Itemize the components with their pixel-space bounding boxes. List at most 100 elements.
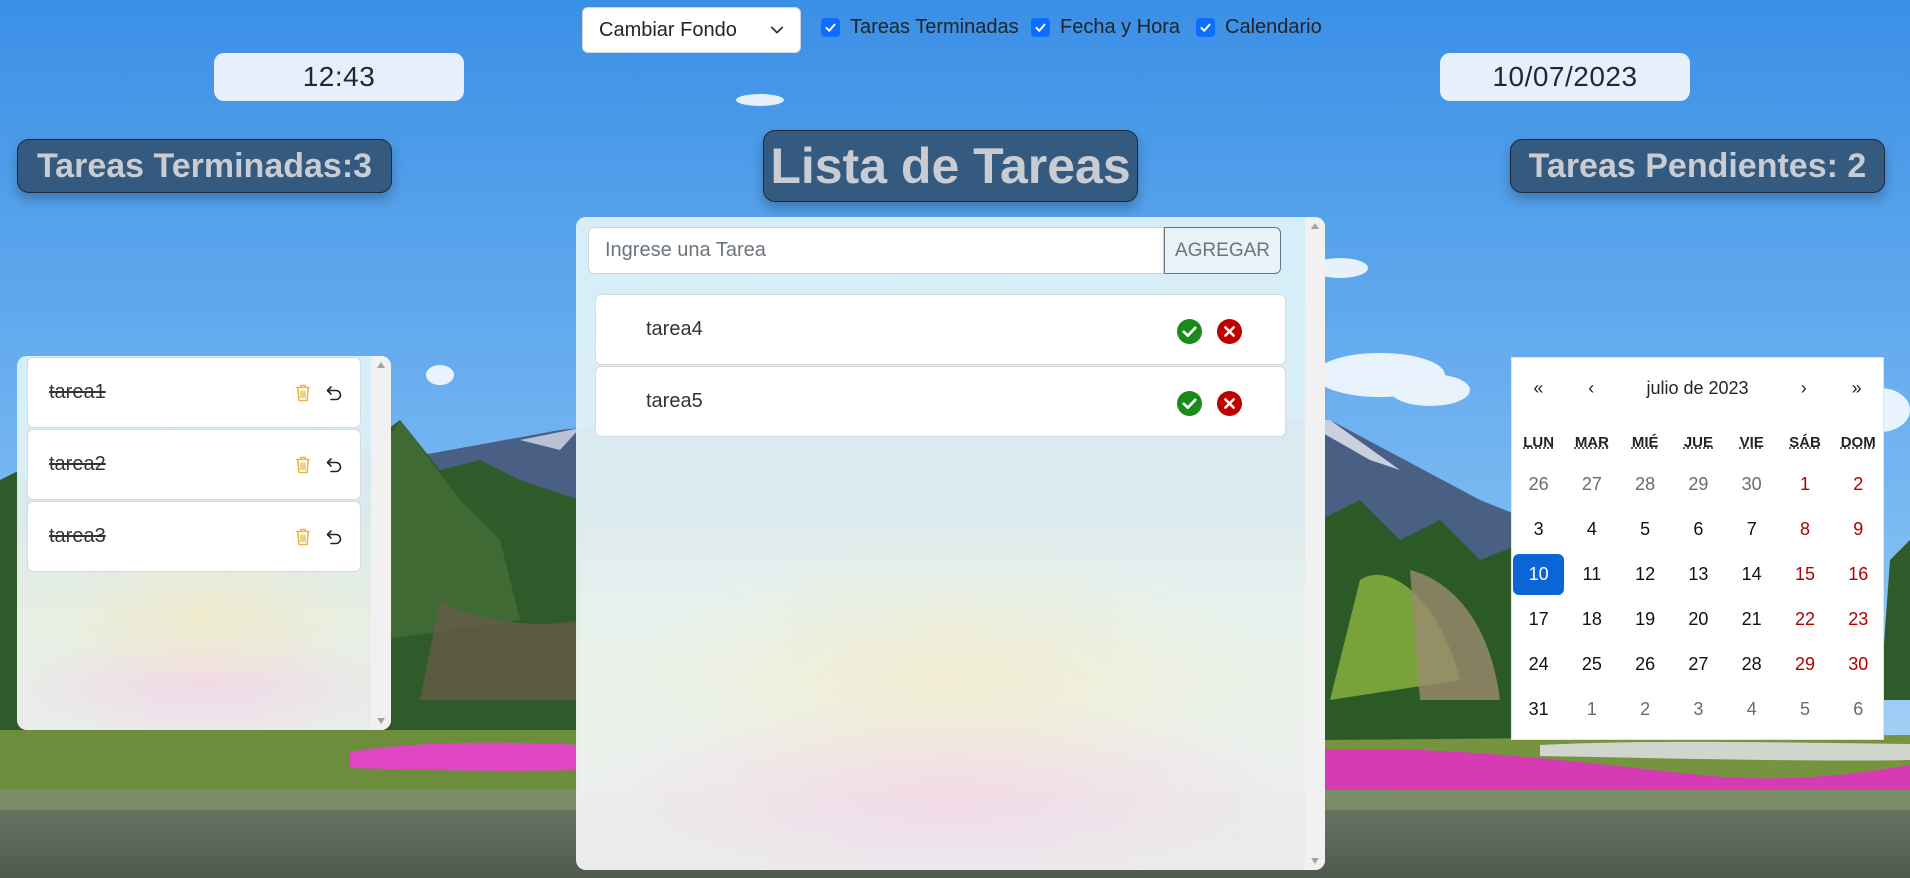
calendar-day[interactable]: 28 bbox=[1725, 642, 1778, 687]
toggle-calendario[interactable]: Calendario bbox=[1196, 16, 1322, 39]
next-year-button[interactable]: » bbox=[1830, 378, 1883, 399]
background-select-value: Cambiar Fondo bbox=[599, 18, 737, 41]
scroll-up-icon[interactable] bbox=[377, 362, 385, 368]
weekday-header: VIE bbox=[1739, 433, 1764, 451]
calendar-day[interactable]: 24 bbox=[1512, 642, 1565, 687]
toggle-label: Fecha y Hora bbox=[1060, 16, 1181, 38]
toggle-tareas-terminadas[interactable]: Tareas Terminadas bbox=[821, 16, 1019, 39]
delete-done-task-button[interactable] bbox=[295, 528, 311, 546]
calendar-day[interactable]: 28 bbox=[1619, 462, 1672, 507]
weekday-header: MIÉ bbox=[1631, 433, 1659, 451]
weekday-header: SÁB bbox=[1789, 433, 1821, 451]
calendar-day[interactable]: 30 bbox=[1725, 462, 1778, 507]
calendar-day[interactable]: 27 bbox=[1672, 642, 1725, 687]
clock-date: 10/07/2023 bbox=[1440, 53, 1690, 101]
calendar-day[interactable]: 19 bbox=[1619, 597, 1672, 642]
calendar-day[interactable]: 18 bbox=[1565, 597, 1618, 642]
undo-task-button[interactable] bbox=[326, 385, 342, 401]
done-task-row: tarea2 bbox=[27, 429, 361, 500]
calendar-day[interactable]: 21 bbox=[1725, 597, 1778, 642]
done-task-row: tarea1 bbox=[27, 357, 361, 428]
calendar-day[interactable]: 27 bbox=[1565, 462, 1618, 507]
check-icon bbox=[1200, 23, 1211, 32]
calendar-day[interactable]: 3 bbox=[1672, 687, 1725, 732]
calendar-day[interactable]: 26 bbox=[1619, 642, 1672, 687]
scroll-down-icon[interactable] bbox=[1311, 858, 1319, 864]
task-label: tarea1 bbox=[49, 381, 106, 403]
calendar-day[interactable]: 16 bbox=[1832, 552, 1885, 597]
weekday-header: JUE bbox=[1683, 433, 1714, 451]
complete-task-button[interactable] bbox=[1177, 319, 1202, 344]
complete-task-button[interactable] bbox=[1177, 391, 1202, 416]
done-scrollbar[interactable] bbox=[371, 356, 391, 730]
calendar-day[interactable]: 5 bbox=[1619, 507, 1672, 552]
pending-task-row: tarea4 bbox=[595, 294, 1286, 365]
prev-month-button[interactable]: ‹ bbox=[1565, 378, 1618, 399]
calendar-day[interactable]: 6 bbox=[1832, 687, 1885, 732]
undo-task-button[interactable] bbox=[326, 529, 342, 545]
scroll-down-icon[interactable] bbox=[377, 718, 385, 724]
calendar-day[interactable]: 25 bbox=[1565, 642, 1618, 687]
scroll-up-icon[interactable] bbox=[1311, 223, 1319, 229]
calendar-day[interactable]: 1 bbox=[1565, 687, 1618, 732]
delete-task-button[interactable] bbox=[1217, 391, 1242, 416]
calendar-day[interactable]: 26 bbox=[1512, 462, 1565, 507]
calendar-day[interactable]: 2 bbox=[1619, 687, 1672, 732]
undo-task-button[interactable] bbox=[326, 457, 342, 473]
toggle-label: Tareas Terminadas bbox=[850, 16, 1019, 38]
background-select[interactable]: Cambiar Fondo bbox=[582, 7, 801, 53]
calendar-day[interactable]: 5 bbox=[1778, 687, 1831, 732]
task-label: tarea4 bbox=[646, 318, 703, 340]
pending-scrollbar[interactable] bbox=[1305, 217, 1325, 870]
calendar: « ‹ julio de 2023 › » LUN MAR MIÉ JUE VIE SÁB… bbox=[1511, 357, 1884, 740]
toggle-label: Calendario bbox=[1225, 16, 1322, 38]
calendar-day[interactable]: 8 bbox=[1778, 507, 1831, 552]
checkbox-tareas-terminadas[interactable] bbox=[821, 18, 840, 37]
weekday-header: DOM bbox=[1840, 433, 1876, 451]
next-month-button[interactable]: › bbox=[1777, 378, 1830, 399]
delete-done-task-button[interactable] bbox=[295, 384, 311, 402]
calendar-day[interactable]: 4 bbox=[1725, 687, 1778, 732]
calendar-day[interactable]: 30 bbox=[1832, 642, 1885, 687]
toggle-fecha-y-hora[interactable]: Fecha y Hora bbox=[1031, 16, 1180, 39]
calendar-day[interactable]: 11 bbox=[1565, 552, 1618, 597]
weekday-header: MAR bbox=[1574, 433, 1609, 451]
calendar-day[interactable]: 9 bbox=[1832, 507, 1885, 552]
check-circle-icon bbox=[1177, 391, 1202, 416]
trash-icon bbox=[296, 528, 310, 546]
calendar-grid: LUN MAR MIÉ JUE VIE SÁB DOM 26 27 28 29 30 1 2 3 4 5 6 7 8 9… bbox=[1512, 422, 1883, 732]
done-task-row: tarea3 bbox=[27, 501, 361, 572]
calendar-month-label[interactable]: julio de 2023 bbox=[1618, 378, 1778, 399]
calendar-day[interactable]: 20 bbox=[1672, 597, 1725, 642]
task-label: tarea5 bbox=[646, 390, 703, 412]
calendar-day[interactable]: 12 bbox=[1619, 552, 1672, 597]
prev-year-button[interactable]: « bbox=[1512, 378, 1565, 399]
calendar-day[interactable]: 4 bbox=[1565, 507, 1618, 552]
calendar-day[interactable]: 22 bbox=[1778, 597, 1831, 642]
delete-task-button[interactable] bbox=[1217, 319, 1242, 344]
checkbox-calendario[interactable] bbox=[1196, 18, 1215, 37]
calendar-day[interactable]: 29 bbox=[1672, 462, 1725, 507]
undo-arrow-icon bbox=[326, 530, 342, 545]
trash-icon bbox=[296, 384, 310, 402]
calendar-day[interactable]: 7 bbox=[1725, 507, 1778, 552]
delete-done-task-button[interactable] bbox=[295, 456, 311, 474]
calendar-day[interactable]: 2 bbox=[1832, 462, 1885, 507]
calendar-day[interactable]: 31 bbox=[1512, 687, 1565, 732]
calendar-day[interactable]: 1 bbox=[1778, 462, 1831, 507]
calendar-day[interactable]: 3 bbox=[1512, 507, 1565, 552]
add-task-button[interactable]: AGREGAR bbox=[1164, 227, 1281, 274]
calendar-day[interactable]: 10 bbox=[1513, 554, 1565, 595]
weekday-header: LUN bbox=[1523, 433, 1555, 451]
calendar-day[interactable]: 15 bbox=[1778, 552, 1831, 597]
calendar-day[interactable]: 29 bbox=[1778, 642, 1831, 687]
pending-count-badge: Tareas Pendientes: 2 bbox=[1510, 139, 1885, 193]
calendar-day[interactable]: 23 bbox=[1832, 597, 1885, 642]
calendar-day[interactable]: 6 bbox=[1672, 507, 1725, 552]
task-input[interactable]: Ingrese una Tarea bbox=[588, 227, 1164, 274]
calendar-day[interactable]: 14 bbox=[1725, 552, 1778, 597]
checkbox-fecha-y-hora[interactable] bbox=[1031, 18, 1050, 37]
x-circle-icon bbox=[1217, 319, 1242, 344]
calendar-day[interactable]: 17 bbox=[1512, 597, 1565, 642]
calendar-day[interactable]: 13 bbox=[1672, 552, 1725, 597]
